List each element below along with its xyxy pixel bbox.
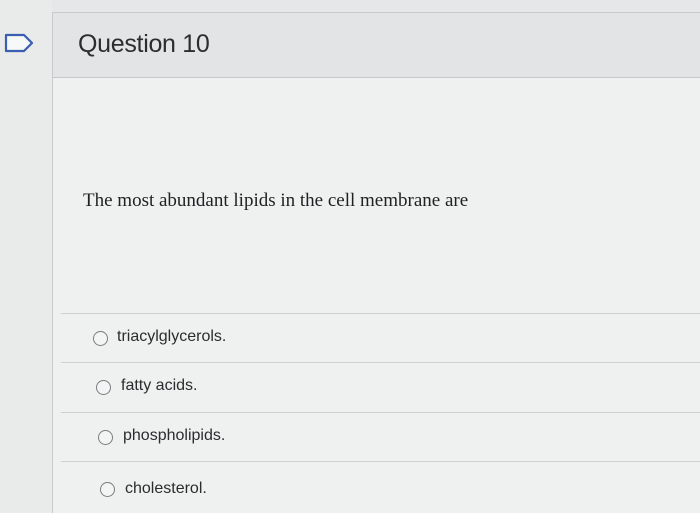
answer-label[interactable]: fatty acids.: [121, 377, 197, 395]
radio-unselected-icon[interactable]: [98, 430, 113, 445]
radio-unselected-icon[interactable]: [96, 380, 111, 395]
question-text: The most abundant lipids in the cell mem…: [83, 190, 469, 211]
answer-option-cholesterol[interactable]: cholesterol.: [61, 461, 700, 508]
answer-option-fatty-acids[interactable]: fatty acids.: [61, 362, 700, 409]
question-title: Question 10: [78, 30, 210, 58]
quiz-page: Question 10 The most abundant lipids in …: [0, 0, 700, 513]
answer-label[interactable]: phospholipids.: [123, 427, 225, 445]
answer-label[interactable]: triacylglycerols.: [117, 328, 226, 346]
answer-option-phospholipids[interactable]: phospholipids.: [61, 412, 700, 459]
answer-label[interactable]: cholesterol.: [125, 480, 207, 498]
flag-icon[interactable]: [2, 32, 36, 54]
question-card: Question 10 The most abundant lipids in …: [52, 12, 700, 513]
question-gutter: [0, 0, 52, 512]
answer-option-triacylglycerols[interactable]: triacylglycerols.: [61, 313, 700, 360]
radio-unselected-icon[interactable]: [93, 331, 108, 346]
question-header: Question 10: [53, 13, 700, 78]
radio-unselected-icon[interactable]: [100, 482, 115, 497]
